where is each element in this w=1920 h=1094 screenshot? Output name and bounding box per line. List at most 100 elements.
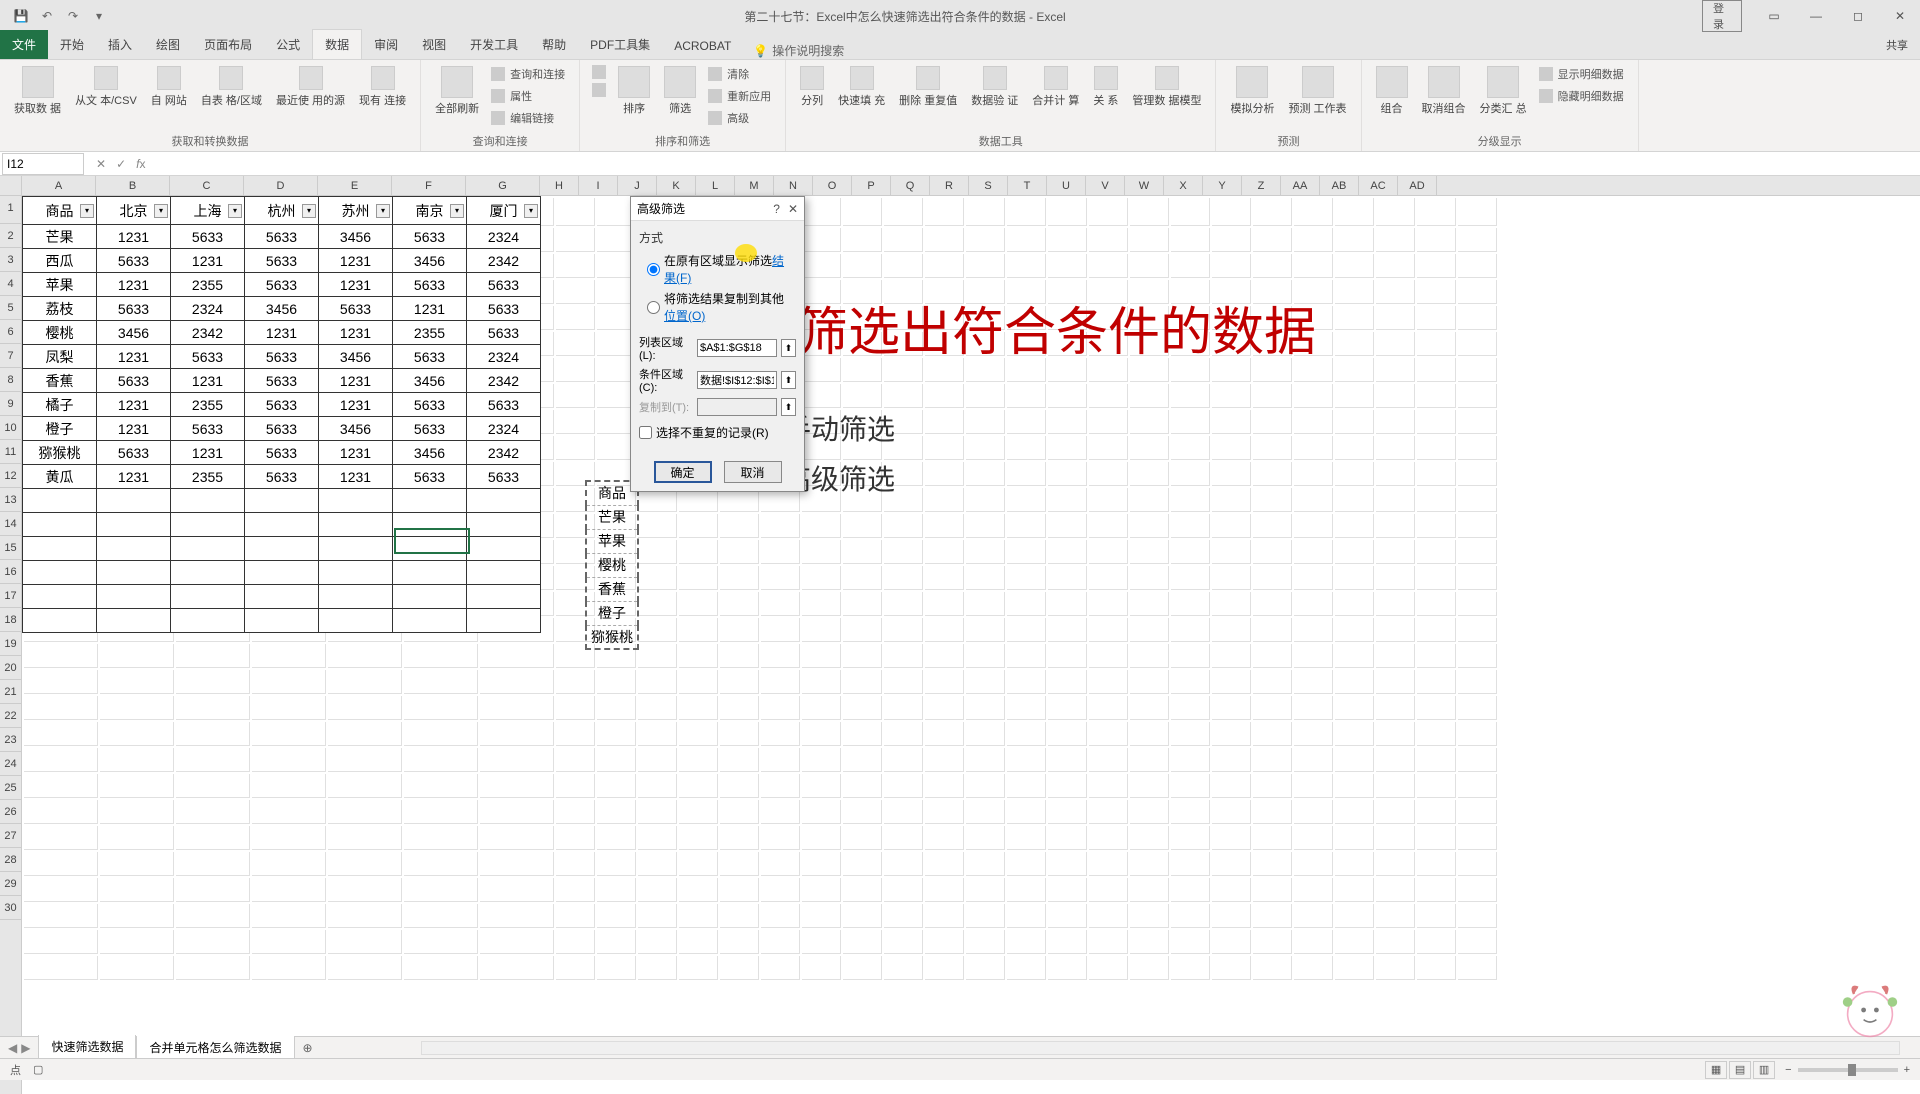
table-cell[interactable]: 3456 — [393, 441, 467, 465]
table-cell[interactable]: 香蕉 — [23, 369, 97, 393]
table-cell[interactable]: 凤梨 — [23, 345, 97, 369]
filter-dropdown-icon[interactable]: ▾ — [302, 204, 316, 218]
tab-pdf[interactable]: PDF工具集 — [578, 30, 662, 59]
edit-links-button[interactable]: 编辑链接 — [489, 108, 569, 128]
table-cell[interactable]: 3456 — [319, 345, 393, 369]
criteria-cell[interactable]: 苹果 — [586, 529, 638, 553]
column-header[interactable]: F — [392, 176, 466, 195]
table-cell[interactable]: 1231 — [319, 465, 393, 489]
row-header[interactable]: 23 — [0, 728, 21, 752]
tab-draw[interactable]: 绘图 — [144, 30, 192, 59]
add-sheet-icon[interactable]: ⊕ — [295, 1041, 321, 1055]
zoom-out-icon[interactable]: − — [1785, 1064, 1791, 1076]
row-header[interactable]: 21 — [0, 680, 21, 704]
table-cell[interactable]: 5633 — [245, 441, 319, 465]
table-cell[interactable]: 1231 — [319, 393, 393, 417]
cells-area[interactable]: 商品▾北京▾上海▾杭州▾苏州▾南京▾厦门▾芒果12315633563334565… — [22, 196, 1920, 1094]
consolidate-button[interactable]: 合并计 算 — [1028, 64, 1083, 110]
table-cell[interactable]: 2324 — [467, 225, 541, 249]
row-header[interactable]: 1 — [0, 196, 21, 224]
cancel-button[interactable]: 取消 — [724, 461, 782, 483]
row-header[interactable]: 2 — [0, 224, 21, 248]
filter-dropdown-icon[interactable]: ▾ — [228, 204, 242, 218]
login-button[interactable]: 登录 — [1702, 0, 1742, 32]
table-cell[interactable]: 芒果 — [23, 225, 97, 249]
tab-insert[interactable]: 插入 — [96, 30, 144, 59]
ok-button[interactable]: 确定 — [654, 461, 712, 483]
cancel-formula-icon[interactable]: ✕ — [92, 157, 110, 171]
table-cell[interactable]: 2355 — [171, 465, 245, 489]
advanced-filter-button[interactable]: 高级 — [706, 108, 775, 128]
tab-formulas[interactable]: 公式 — [264, 30, 312, 59]
column-header[interactable]: M — [735, 176, 774, 195]
column-header[interactable]: N — [774, 176, 813, 195]
table-cell[interactable]: 苹果 — [23, 273, 97, 297]
table-cell[interactable]: 5633 — [393, 393, 467, 417]
recent-sources-button[interactable]: 最近使 用的源 — [272, 64, 349, 110]
table-cell[interactable]: 5633 — [467, 273, 541, 297]
sheet-nav-prev-icon[interactable]: ◀ — [8, 1041, 17, 1055]
data-model-button[interactable]: 管理数 据模型 — [1128, 64, 1205, 110]
column-header[interactable]: W — [1125, 176, 1164, 195]
table-cell[interactable]: 猕猴桃 — [23, 441, 97, 465]
data-validation-button[interactable]: 数据验 证 — [967, 64, 1022, 110]
column-header[interactable]: L — [696, 176, 735, 195]
from-csv-button[interactable]: 从文 本/CSV — [71, 64, 141, 110]
clear-filter-button[interactable]: 清除 — [706, 64, 775, 84]
table-cell[interactable]: 1231 — [393, 297, 467, 321]
sort-asc-icon[interactable] — [590, 64, 608, 80]
select-all-corner[interactable] — [0, 176, 22, 195]
column-header[interactable]: K — [657, 176, 696, 195]
table-cell[interactable]: 5633 — [467, 393, 541, 417]
table-cell[interactable]: 5633 — [467, 465, 541, 489]
table-cell[interactable]: 3456 — [245, 297, 319, 321]
table-cell[interactable]: 1231 — [319, 321, 393, 345]
queries-button[interactable]: 查询和连接 — [489, 64, 569, 84]
column-header[interactable]: AD — [1398, 176, 1437, 195]
table-cell[interactable]: 荔枝 — [23, 297, 97, 321]
refresh-all-button[interactable]: 全部刷新 — [431, 64, 483, 118]
normal-view-icon[interactable]: ▦ — [1705, 1061, 1727, 1079]
row-header[interactable]: 28 — [0, 848, 21, 872]
zoom-in-icon[interactable]: + — [1904, 1064, 1910, 1076]
table-cell[interactable]: 2324 — [171, 297, 245, 321]
criteria-range-picker-icon[interactable]: ⬆ — [781, 371, 796, 389]
filter-dropdown-icon[interactable]: ▾ — [450, 204, 464, 218]
row-header[interactable]: 10 — [0, 416, 21, 440]
table-cell[interactable]: 5633 — [393, 465, 467, 489]
sort-desc-icon[interactable] — [590, 82, 608, 98]
row-header[interactable]: 14 — [0, 512, 21, 536]
table-cell[interactable]: 3456 — [319, 417, 393, 441]
fx-icon[interactable]: fx — [132, 157, 149, 171]
sheet-nav-next-icon[interactable]: ▶ — [21, 1041, 30, 1055]
table-cell[interactable]: 1231 — [97, 393, 171, 417]
row-header[interactable]: 26 — [0, 800, 21, 824]
table-cell[interactable]: 5633 — [97, 441, 171, 465]
row-header[interactable]: 6 — [0, 320, 21, 344]
row-header[interactable]: 11 — [0, 440, 21, 464]
table-cell[interactable]: 1231 — [319, 273, 393, 297]
column-header[interactable]: D — [244, 176, 318, 195]
criteria-cell[interactable]: 香蕉 — [586, 577, 638, 601]
column-header[interactable]: AC — [1359, 176, 1398, 195]
row-header[interactable]: 18 — [0, 608, 21, 632]
row-header[interactable]: 20 — [0, 656, 21, 680]
criteria-cell[interactable]: 樱桃 — [586, 553, 638, 577]
table-cell[interactable]: 5633 — [319, 297, 393, 321]
subtotal-button[interactable]: 分类汇 总 — [1476, 64, 1531, 118]
column-header[interactable]: I — [579, 176, 618, 195]
table-cell[interactable]: 5633 — [245, 273, 319, 297]
list-range-input[interactable] — [697, 339, 777, 357]
column-header[interactable]: U — [1047, 176, 1086, 195]
enter-formula-icon[interactable]: ✓ — [112, 157, 130, 171]
tab-data[interactable]: 数据 — [312, 29, 362, 59]
sheet-tab-1[interactable]: 快速筛选数据 — [38, 1035, 136, 1060]
remove-dup-button[interactable]: 删除 重复值 — [895, 64, 961, 110]
filter-button[interactable]: 筛选 — [660, 64, 700, 118]
share-button[interactable]: 共享 — [1874, 31, 1920, 59]
row-header[interactable]: 5 — [0, 296, 21, 320]
table-cell[interactable]: 5633 — [245, 369, 319, 393]
column-header[interactable]: Z — [1242, 176, 1281, 195]
filter-dropdown-icon[interactable]: ▾ — [154, 204, 168, 218]
macro-record-icon[interactable]: ▢ — [33, 1063, 43, 1076]
